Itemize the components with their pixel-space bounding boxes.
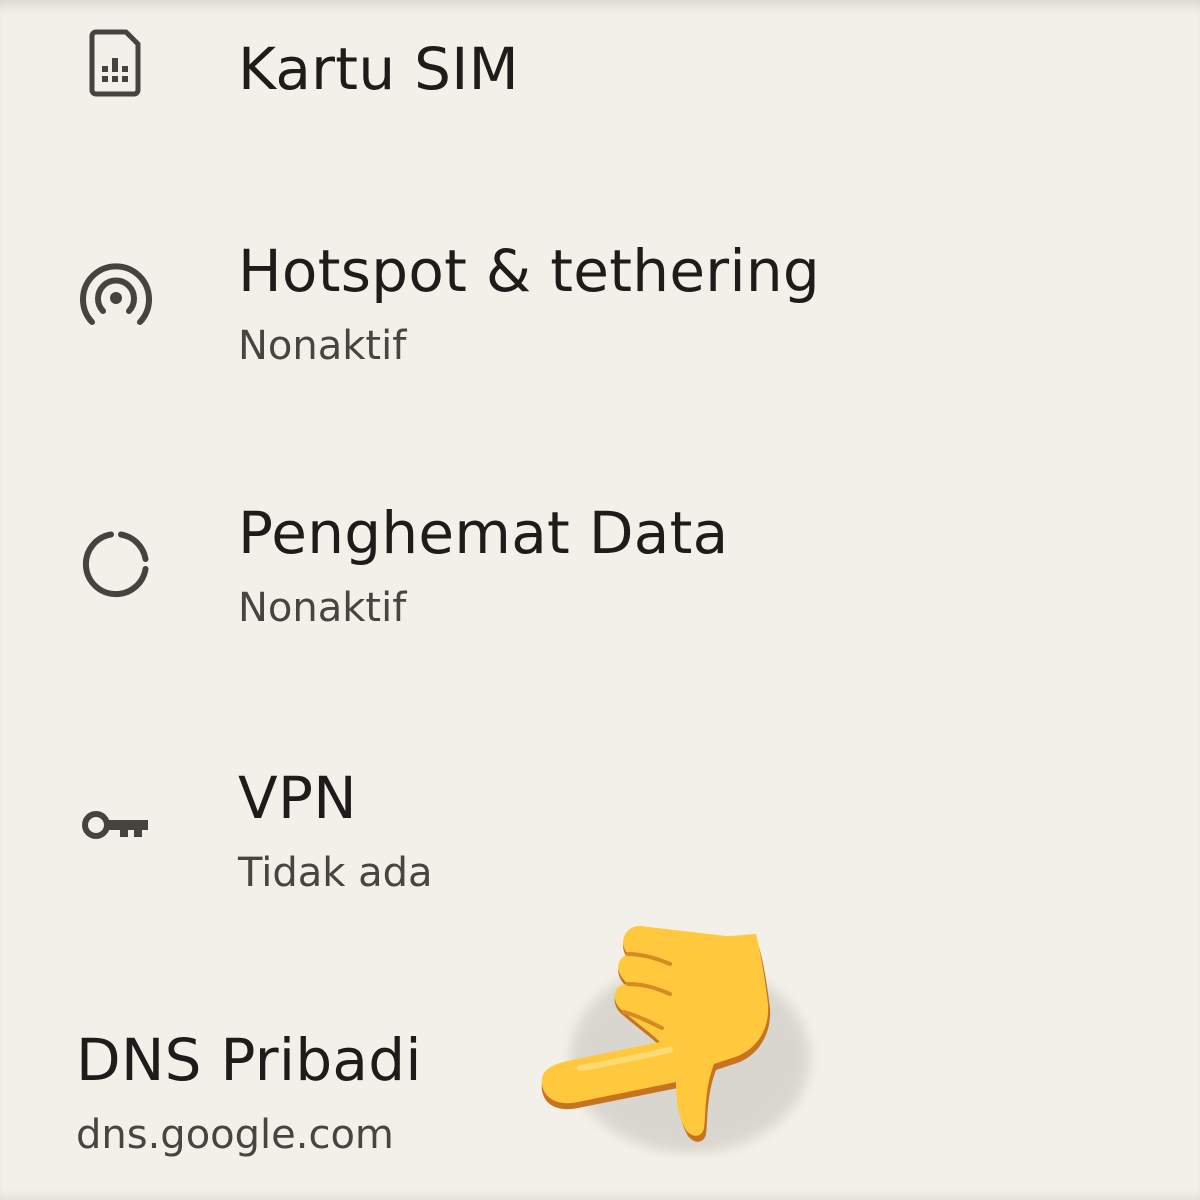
vpn-summary: Tidak ada bbox=[238, 850, 433, 896]
sim-card-icon bbox=[78, 24, 154, 100]
backhand-index-pointing-left-icon bbox=[541, 926, 810, 1153]
data-saver-summary: Nonaktif bbox=[238, 585, 407, 631]
settings-item-hotspot[interactable]: Hotspot & tethering Nonaktif bbox=[0, 228, 1200, 388]
hotspot-icon bbox=[78, 260, 154, 336]
data-saver-title: Penghemat Data bbox=[238, 499, 729, 567]
hotspot-title: Hotspot & tethering bbox=[238, 237, 821, 305]
vpn-title: VPN bbox=[238, 764, 357, 832]
settings-item-data-saver[interactable]: Penghemat Data Nonaktif bbox=[0, 490, 1200, 650]
settings-item-sim-card[interactable]: Kartu SIM bbox=[0, 20, 1200, 140]
settings-item-vpn[interactable]: VPN Tidak ada bbox=[0, 755, 1200, 915]
private-dns-title: DNS Pribadi bbox=[76, 1026, 422, 1094]
private-dns-summary: dns.google.com bbox=[76, 1112, 394, 1158]
sim-card-title: Kartu SIM bbox=[238, 35, 520, 103]
hotspot-summary: Nonaktif bbox=[238, 323, 407, 369]
data-saver-icon bbox=[78, 526, 154, 602]
vpn-key-icon bbox=[78, 787, 154, 863]
